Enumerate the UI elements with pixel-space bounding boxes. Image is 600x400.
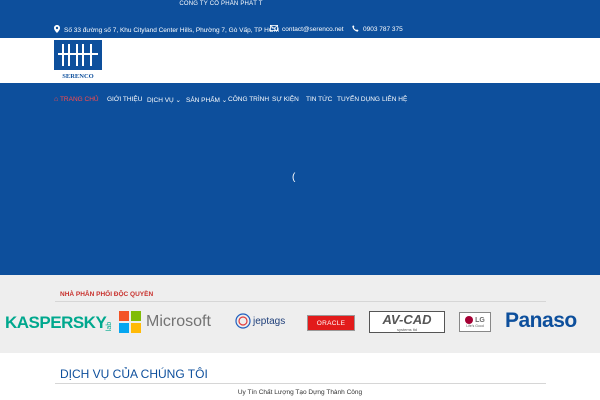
kaspersky-text: KASPERSKY xyxy=(5,313,107,332)
chevron-down-icon: ⌄ xyxy=(175,97,181,104)
nav-item-products[interactable]: SẢN PHẨM ⌄ xyxy=(186,96,227,104)
nav-item-about[interactable]: GIỚI THIỆU xyxy=(107,96,142,103)
lg-slogan: Life's Good xyxy=(466,324,484,328)
email-info[interactable]: contact@serenco.net xyxy=(270,25,344,33)
phone-icon xyxy=(352,25,359,34)
address-info: Số 33 đường số 7, Khu Cityland Center Hi… xyxy=(54,25,279,35)
jeptags-logo[interactable]: jeptags xyxy=(235,313,285,329)
nav-item-news[interactable]: TIN TỨC xyxy=(306,96,332,103)
nav-item-projects[interactable]: CÔNG TRÌNH xyxy=(228,96,269,103)
nav-item-home[interactable]: ⌂ TRANG CHỦ xyxy=(54,96,99,103)
services-subtitle: Uy Tín Chất Lượng Tạo Dựng Thành Công xyxy=(237,389,363,396)
phone-link[interactable]: 0903 787 375 xyxy=(363,26,403,33)
envelope-icon xyxy=(270,25,278,33)
distributor-section: NHÀ PHÂN PHỐI ĐỘC QUYỀN KASPERSKYlab Mic… xyxy=(0,275,600,353)
kaspersky-logo[interactable]: KASPERSKYlab xyxy=(5,313,115,333)
avcad-sub-text: systems ltd xyxy=(396,327,417,332)
nav-item-careers[interactable]: TUYỂN DỤNG xyxy=(337,96,380,103)
panasonic-text: Panaso xyxy=(505,309,577,332)
phone-info[interactable]: 0903 787 375 xyxy=(352,25,403,34)
nav-label: CÔNG TRÌNH xyxy=(228,96,270,103)
microsoft-text: Microsoft xyxy=(146,313,211,330)
jeptags-icon xyxy=(235,313,251,329)
nav-label: TUYỂN DỤNG xyxy=(337,96,380,103)
top-bar: CÔNG TY CỔ PHẦN PHÁT T Số 33 đường số 7,… xyxy=(0,0,600,38)
services-section: DỊCH VỤ CỦA CHÚNG TÔI Uy Tín Chất Lượng … xyxy=(0,353,600,400)
company-name: CÔNG TY CỔ PHẦN PHÁT T xyxy=(179,1,263,7)
home-icon: ⌂ xyxy=(54,96,59,103)
header-logo-area: SERENCO xyxy=(0,38,600,83)
location-pin-icon xyxy=(54,25,60,35)
nav-label: SỰ KIỆN xyxy=(272,96,299,103)
oracle-logo[interactable]: ORACLE xyxy=(307,315,355,331)
main-nav-hero: ⌂ TRANG CHỦ GIỚI THIỆU DỊCH VỤ ⌄ SẢN PHẨ… xyxy=(0,83,600,275)
services-title: DỊCH VỤ CỦA CHÚNG TÔI xyxy=(60,367,208,381)
distributor-title: NHÀ PHÂN PHỐI ĐỘC QUYỀN xyxy=(60,291,154,298)
nav-label: TIN TỨC xyxy=(306,96,333,103)
nav-label: LIÊN HỆ xyxy=(382,96,408,103)
divider xyxy=(55,301,546,302)
nav-label: DỊCH VỤ xyxy=(147,97,174,104)
nav-label: SẢN PHẨM xyxy=(186,97,220,104)
nav-item-contact[interactable]: LIÊN HỆ xyxy=(382,96,407,103)
serenco-logo[interactable]: SERENCO xyxy=(54,40,102,80)
avcad-logo[interactable]: AV-CAD systems ltd xyxy=(369,311,445,333)
email-link[interactable]: contact@serenco.net xyxy=(282,26,344,33)
jeptags-text: jeptags xyxy=(253,315,286,327)
kaspersky-lab-text: lab xyxy=(106,321,114,332)
nav-label: GIỚI THIỆU xyxy=(107,96,143,103)
divider xyxy=(55,383,546,384)
nav-label: TRANG CHỦ xyxy=(59,96,99,103)
address-text: Số 33 đường số 7, Khu Cityland Center Hi… xyxy=(64,26,279,34)
lg-logo[interactable]: LG Life's Good xyxy=(459,312,491,332)
nav-item-events[interactable]: SỰ KIỆN xyxy=(272,96,299,103)
chevron-down-icon: ⌄ xyxy=(221,97,228,104)
lg-circle-icon xyxy=(465,316,474,324)
oracle-text: ORACLE xyxy=(316,319,346,327)
nav-item-services[interactable]: DỊCH VỤ ⌄ xyxy=(147,96,181,104)
logo-text: SERENCO xyxy=(62,73,93,80)
avcad-text: AV-CAD xyxy=(382,312,432,327)
microsoft-logo[interactable]: Microsoft xyxy=(119,311,211,333)
microsoft-windows-icon xyxy=(119,311,141,333)
panasonic-logo[interactable]: Panaso xyxy=(505,309,577,333)
slider-prev-arrow[interactable]: ( xyxy=(292,172,295,183)
lg-text: LG xyxy=(475,316,485,324)
